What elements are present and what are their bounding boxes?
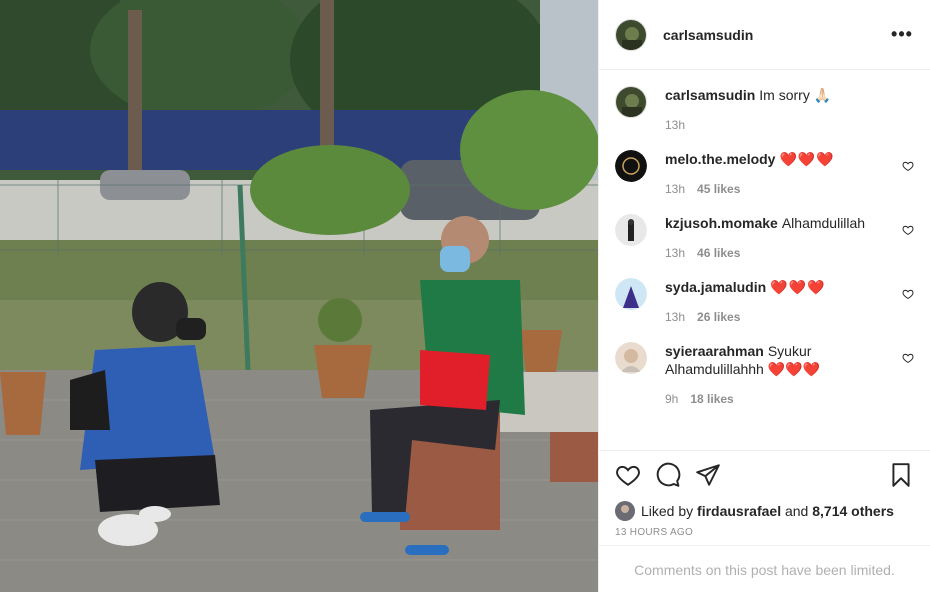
liked-by-and: and [784, 503, 809, 519]
commenter-avatar[interactable] [615, 214, 647, 246]
caption-avatar[interactable] [615, 86, 647, 118]
comment-item: melo.the.melody ❤️❤️❤️ 13h 45 likes [615, 150, 914, 196]
post-actions: Liked by firdausrafael and 8,714 others … [599, 450, 930, 538]
comment-likes[interactable]: 26 likes [697, 308, 740, 324]
comment-username[interactable]: kzjusoh.momake [665, 215, 778, 231]
comment-like-heart-icon[interactable] [902, 352, 914, 364]
comment-text: ❤️❤️❤️ [779, 151, 835, 167]
post-timestamp[interactable]: 13 HOURS AGO [615, 527, 914, 538]
caption-time[interactable]: 13h [665, 116, 685, 132]
comment-username[interactable]: syieraarahman [665, 343, 764, 359]
liked-by-others[interactable]: 8,714 others [812, 503, 894, 519]
caption: carlsamsudin Im sorry 🙏🏻 13h [615, 86, 914, 132]
comment-likes[interactable]: 46 likes [697, 244, 740, 260]
comment-username[interactable]: melo.the.melody [665, 151, 775, 167]
post-photo-illustration [0, 0, 598, 592]
comment-time[interactable]: 9h [665, 390, 678, 406]
post-photo[interactable] [0, 0, 598, 592]
comments-list: carlsamsudin Im sorry 🙏🏻 13h melo.the.mel… [599, 70, 930, 450]
liker-avatar[interactable] [615, 501, 635, 521]
comment-text: ❤️❤️❤️ [770, 279, 826, 295]
comment-time[interactable]: 13h [665, 244, 685, 260]
more-options-icon[interactable]: ••• [890, 24, 914, 45]
comment-text: Alhamdulillah [781, 215, 866, 231]
liked-by: Liked by firdausrafael and 8,714 others [615, 501, 914, 521]
commenter-avatar[interactable] [615, 150, 647, 182]
comment-username[interactable]: syda.jamaludin [665, 279, 766, 295]
author-username[interactable]: carlsamsudin [663, 27, 890, 43]
comment-time[interactable]: 13h [665, 308, 685, 324]
comment-like-heart-icon[interactable] [902, 288, 914, 300]
comment-item: syieraarahman Syukur Alhamdulillahhh ❤️❤️… [615, 342, 914, 406]
comment-time[interactable]: 13h [665, 180, 685, 196]
liked-by-prefix: Liked by [641, 503, 694, 519]
comments-limited-notice: Comments on this post have been limited. [599, 545, 930, 593]
comment-item: syda.jamaludin ❤️❤️❤️ 13h 26 likes [615, 278, 914, 324]
heart-icon[interactable] [615, 462, 641, 488]
comment-icon[interactable] [655, 462, 681, 488]
liked-by-user[interactable]: firdausrafael [697, 503, 781, 519]
comment-like-heart-icon[interactable] [902, 160, 914, 172]
share-icon[interactable] [695, 462, 721, 488]
comment-likes[interactable]: 18 likes [690, 390, 733, 406]
post-side-panel: carlsamsudin ••• carlsamsudin Im sorry 🙏🏻… [598, 0, 930, 592]
comment-like-heart-icon[interactable] [902, 224, 914, 236]
comment-likes[interactable]: 45 likes [697, 180, 740, 196]
commenter-avatar[interactable] [615, 342, 647, 374]
comment-item: kzjusoh.momake Alhamdulillah 13h 46 likes [615, 214, 914, 260]
author-avatar[interactable] [615, 18, 647, 51]
commenter-avatar[interactable] [615, 278, 647, 310]
caption-username[interactable]: carlsamsudin [665, 87, 755, 103]
post-header: carlsamsudin ••• [599, 0, 930, 70]
bookmark-icon[interactable] [888, 462, 914, 488]
caption-text: Im sorry 🙏🏻 [759, 87, 832, 103]
